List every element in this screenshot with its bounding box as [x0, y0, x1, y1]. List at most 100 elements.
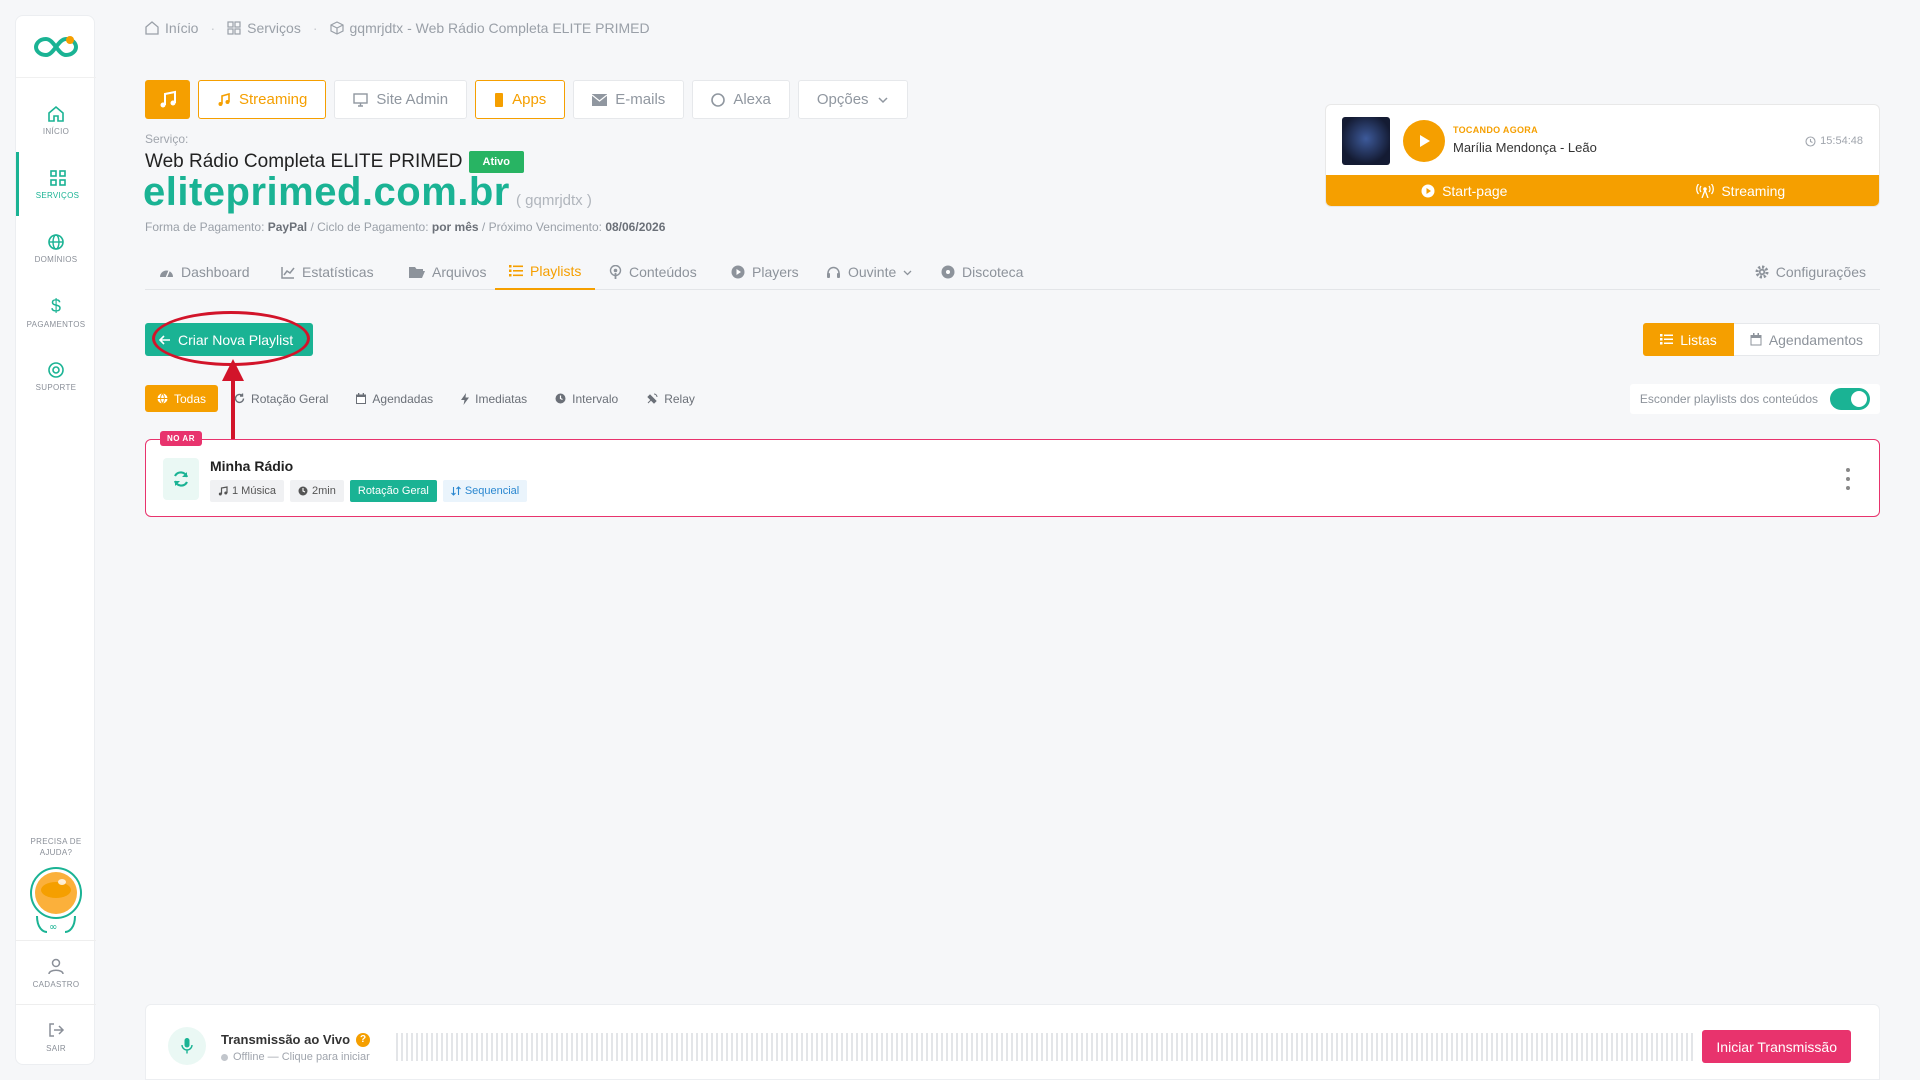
sidebar-item-dominios[interactable]: DOMÍNIOS — [16, 216, 96, 280]
tab-label: Arquivos — [432, 264, 487, 280]
sidebar-item-label: PAGAMENTOS — [26, 319, 86, 329]
service-tabs: Dashboard Estatísticas Arquivos Playlist… — [145, 254, 1880, 290]
now-playing-song: Marília Mendonça - Leão — [1453, 140, 1597, 155]
now-playing-widget: TOCANDO AGORA Marília Mendonça - Leão 15… — [1325, 104, 1880, 207]
breadcrumb-current: gqmrjdtx - Web Rádio Completa ELITE PRIM… — [329, 20, 650, 36]
playlist-tags: 1 Música 2min Rotação Geral Sequencial — [210, 480, 528, 502]
mascot-avatar[interactable]: ∞ — [29, 866, 83, 933]
tab-estatisticas[interactable]: Estatísticas — [267, 254, 388, 290]
apps-button[interactable]: Apps — [475, 80, 566, 119]
filter-relay[interactable]: Relay — [634, 385, 707, 412]
clock-icon — [298, 486, 308, 496]
sidebar-item-suporte[interactable]: SUPORTE — [16, 344, 96, 408]
play-icon — [1420, 135, 1430, 147]
live-status: Offline — Clique para iniciar — [221, 1051, 370, 1063]
options-dropdown-label: Opções — [816, 91, 869, 108]
filter-rotacao-geral[interactable]: Rotação Geral — [222, 385, 340, 412]
live-status-text: Offline — Clique para iniciar — [233, 1051, 370, 1063]
start-transmission-button[interactable]: Iniciar Transmissão — [1702, 1030, 1851, 1063]
breadcrumb-label: Serviços — [247, 20, 301, 36]
breadcrumb-home[interactable]: Início — [145, 20, 198, 36]
lifebuoy-icon — [48, 361, 64, 378]
startpage-label: Start-page — [1442, 182, 1508, 199]
dollar-icon: $ — [51, 296, 61, 316]
help-text: PRECISA DE AJUDA? — [30, 837, 82, 857]
apps-button-label: Apps — [512, 91, 547, 108]
streaming-button[interactable]: Streaming — [198, 80, 327, 119]
box-icon — [329, 21, 344, 35]
tab-playlists[interactable]: Playlists — [495, 254, 596, 290]
list-icon — [1660, 334, 1674, 345]
alexa-button[interactable]: Alexa — [692, 80, 790, 119]
streaming-link-button[interactable]: Streaming — [1603, 175, 1880, 206]
album-art — [1342, 117, 1390, 165]
due-date: 08/06/2026 — [605, 220, 666, 234]
tag-label: 1 Música — [232, 485, 277, 497]
sidebar-item-servicos[interactable]: SERVIÇOS — [16, 152, 96, 216]
playlist-filters: Todas Rotação Geral Agendadas Imediatas … — [145, 385, 707, 412]
envelope-icon — [592, 93, 608, 106]
filter-intervalo[interactable]: Intervalo — [543, 385, 630, 412]
folder-open-icon — [409, 267, 425, 278]
play-button[interactable] — [1403, 120, 1445, 162]
options-dropdown[interactable]: Opções — [797, 80, 908, 119]
tab-label: Dashboard — [181, 264, 250, 280]
tab-discoteca[interactable]: Discoteca — [927, 254, 1037, 290]
tab-label: Playlists — [530, 263, 582, 279]
service-toolbar: Streaming Site Admin Apps E-mails Alexa … — [145, 80, 908, 119]
sidebar-item-cadastro[interactable]: CADASTRO — [16, 940, 96, 1004]
emails-button-label: E-mails — [615, 91, 666, 108]
tab-dashboard[interactable]: Dashboard — [145, 254, 264, 290]
view-schedules-button[interactable]: Agendamentos — [1733, 323, 1880, 356]
play-circle-icon — [1421, 184, 1435, 197]
playlist-card[interactable]: NO AR Minha Rádio 1 Música 2min Rotação … — [145, 431, 1880, 517]
globe-icon — [157, 393, 168, 404]
tab-players[interactable]: Players — [717, 254, 813, 290]
logout-icon — [49, 1022, 65, 1037]
help-icon[interactable]: ? — [356, 1032, 371, 1047]
sidebar-item-pagamentos[interactable]: $ PAGAMENTOS — [16, 280, 96, 344]
time-value: 15:54:48 — [1820, 135, 1863, 147]
tag-label: Sequencial — [464, 485, 520, 497]
filter-label: Relay — [664, 391, 695, 406]
tab-arquivos[interactable]: Arquivos — [395, 254, 500, 290]
tab-configuracoes[interactable]: Configurações — [1741, 254, 1880, 290]
music-button[interactable] — [145, 80, 190, 119]
refresh-icon — [234, 393, 245, 404]
gear-icon — [1755, 265, 1769, 279]
tab-ouvinte[interactable]: Ouvinte — [812, 254, 926, 290]
brand-logo[interactable] — [16, 16, 96, 78]
breadcrumb-services[interactable]: Serviços — [227, 20, 301, 36]
site-admin-button-label: Site Admin — [376, 91, 449, 108]
list-icon — [509, 265, 523, 277]
playlist-title: Minha Rádio — [210, 458, 294, 474]
startpage-button[interactable]: Start-page — [1326, 175, 1603, 206]
podcast-icon — [609, 265, 622, 279]
sidebar-item-label: DOMÍNIOS — [34, 254, 78, 264]
emails-button[interactable]: E-mails — [573, 80, 685, 119]
filter-label: Agendadas — [372, 391, 434, 406]
filter-agendadas[interactable]: Agendadas — [344, 385, 445, 412]
playlist-type-icon — [163, 458, 199, 500]
mascot-text: ∞ — [49, 922, 57, 933]
disc-icon — [941, 265, 955, 279]
alexa-button-label: Alexa — [733, 91, 771, 108]
sidebar-item-inicio[interactable]: INÍCIO — [16, 88, 96, 152]
streaming-link-label: Streaming — [1721, 182, 1786, 199]
hide-playlists-switch[interactable] — [1830, 388, 1870, 410]
tab-conteudos[interactable]: Conteúdos — [595, 254, 711, 290]
help-section[interactable]: PRECISA DE AJUDA? ∞ — [16, 836, 96, 933]
site-admin-button[interactable]: Site Admin — [334, 80, 468, 119]
calendar-icon — [1750, 333, 1762, 346]
tab-label: Discoteca — [962, 264, 1024, 280]
cycle: por mês — [431, 220, 479, 234]
sidebar-item-sair[interactable]: SAIR — [16, 1004, 96, 1068]
filter-imediatas[interactable]: Imediatas — [449, 385, 539, 412]
music-note-icon — [160, 90, 176, 107]
filter-todas[interactable]: Todas — [145, 385, 219, 412]
home-icon — [48, 105, 64, 122]
view-lists-button[interactable]: Listas — [1643, 323, 1734, 356]
more-options-icon[interactable] — [1845, 468, 1851, 490]
tag-duration: 2min — [290, 480, 344, 502]
microphone-button[interactable] — [168, 1027, 206, 1065]
